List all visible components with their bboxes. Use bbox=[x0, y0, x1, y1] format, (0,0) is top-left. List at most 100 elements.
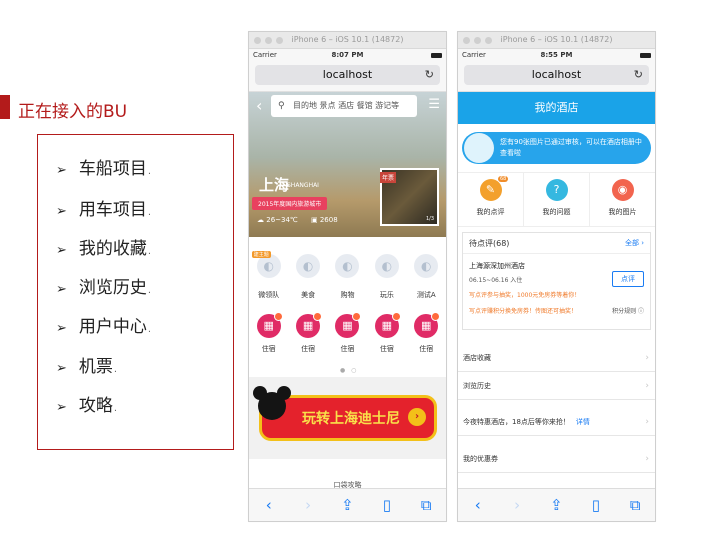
review-count-badge: 68 bbox=[498, 176, 509, 182]
mickey-icon bbox=[253, 386, 291, 420]
hotel-item[interactable]: ▦ 住宿 bbox=[329, 312, 365, 354]
forward-nav-icon[interactable]: › bbox=[298, 496, 318, 514]
my-reviews-button[interactable]: ✎ 68 我的点评 bbox=[458, 173, 524, 226]
hotel-item[interactable]: ▦ 住宿 bbox=[408, 312, 444, 354]
bookmarks-icon[interactable]: ▯ bbox=[586, 496, 606, 514]
tabs-icon[interactable]: ⧉ bbox=[625, 496, 645, 514]
search-input[interactable]: ⚲ 目的地 景点 酒店 餐馆 游记等 bbox=[271, 95, 417, 117]
simulator-titlebar: iPhone 6 – iOS 10.1 (14872) bbox=[249, 32, 446, 49]
thumb-ribbon: 年票 bbox=[380, 172, 397, 183]
page-indicator: ● ○ bbox=[340, 367, 359, 374]
bu-item: ➢ 用车项目. bbox=[56, 200, 152, 220]
status-time: 8:55 PM bbox=[540, 51, 573, 59]
bu-item: ➢ 机票. bbox=[56, 357, 118, 377]
menu-item-history[interactable]: 浏览历史 › bbox=[458, 373, 655, 400]
slide-heading: 正在接入的BU bbox=[18, 102, 128, 122]
status-bar: Carrier 8:55 PM bbox=[458, 49, 655, 62]
my-photos-button[interactable]: ◉ 我的图片 bbox=[590, 173, 655, 226]
status-bar: Carrier 8:07 PM bbox=[249, 49, 446, 62]
pending-title: 待点评(68) bbox=[469, 239, 510, 248]
bu-item: ➢ 我的收藏. bbox=[56, 239, 152, 259]
quick-actions: ✎ 68 我的点评 ? 我的问题 ◉ 我的图片 bbox=[458, 172, 655, 227]
hotel-item[interactable]: ▦ 住宿 bbox=[290, 312, 326, 354]
promo-text: 写点评参与抽奖，1000元免房券等着你！ bbox=[469, 292, 581, 299]
bu-item: ➢ 用户中心. bbox=[56, 317, 152, 337]
camera-icon: ◉ bbox=[611, 179, 634, 201]
review-notice[interactable]: 您有90张图片已通过审核，可以在酒店相册中查看啦 bbox=[462, 132, 651, 164]
category-item[interactable]: 建主题 ◐ 微领队 bbox=[251, 251, 287, 300]
arrow-icon: ➢ bbox=[56, 282, 67, 297]
arrow-icon: ➢ bbox=[56, 243, 67, 258]
back-nav-icon[interactable]: ‹ bbox=[259, 496, 279, 514]
forward-nav-icon[interactable]: › bbox=[507, 496, 527, 514]
city-name-en: SHANGHAI bbox=[287, 182, 319, 189]
arrow-icon: ➢ bbox=[56, 204, 67, 219]
safari-toolbar: ‹ › ⇪ ▯ ⧉ bbox=[458, 488, 655, 521]
menu-item-favorites[interactable]: 酒店收藏 › bbox=[458, 345, 655, 372]
bu-item: ➢ 车船项目. bbox=[56, 159, 152, 179]
phone-simulator-myhotel: iPhone 6 – iOS 10.1 (14872) Carrier 8:55… bbox=[457, 31, 656, 522]
bu-item: ➢ 攻略. bbox=[56, 396, 118, 416]
category-item[interactable]: ◐ 购物 bbox=[329, 254, 365, 300]
phone-simulator-home: iPhone 6 – iOS 10.1 (14872) Carrier 8:07… bbox=[248, 31, 447, 522]
battery-icon bbox=[431, 53, 442, 58]
share-icon[interactable]: ⇪ bbox=[546, 496, 566, 514]
hotel-item[interactable]: ▦ 住宿 bbox=[369, 312, 405, 354]
arrow-icon: ➢ bbox=[56, 361, 67, 376]
category-icon: ◐ bbox=[296, 254, 321, 278]
question-icon: ? bbox=[545, 179, 568, 201]
pending-reviews-card: 待点评(68) 全部 › 上海源深加州酒店 06.15~06.16 入住 写点评… bbox=[462, 232, 651, 330]
banner-area: 玩转上海迪士尼 › bbox=[249, 377, 446, 459]
mascot-icon bbox=[464, 133, 494, 163]
details-link[interactable]: 详情 bbox=[576, 418, 590, 426]
page-title: 我的酒店 bbox=[458, 92, 655, 124]
bookmarks-icon[interactable]: ▯ bbox=[377, 496, 397, 514]
category-row: 建主题 ◐ 微领队 ◐ 美食 ◐ 购物 ◐ 玩乐 ◐ 测试A bbox=[249, 251, 446, 300]
url-field[interactable]: localhost ↻ bbox=[255, 65, 440, 85]
disney-banner[interactable]: 玩转上海迪士尼 › bbox=[253, 386, 437, 441]
chevron-right-icon: › bbox=[645, 417, 649, 427]
hotel-row: ▦ 住宿 ▦ 住宿 ▦ 住宿 ▦ 住宿 ▦ 住宿 bbox=[249, 312, 446, 354]
view-all-link[interactable]: 全部 › bbox=[625, 233, 644, 254]
category-icon: ◐ bbox=[414, 254, 439, 278]
bu-list-box: ➢ 车船项目. ➢ 用车项目. ➢ 我的收藏. ➢ 浏览历史. ➢ 用户中心. ➢ 机票. … bbox=[37, 134, 234, 450]
city-thumbnail[interactable]: 年票 1/3 bbox=[380, 168, 439, 226]
photo-count: ▣ 2608 bbox=[311, 216, 338, 224]
url-field[interactable]: localhost ↻ bbox=[464, 65, 649, 85]
share-icon[interactable]: ⇪ bbox=[337, 496, 357, 514]
chevron-right-icon: › bbox=[645, 454, 649, 464]
chevron-right-icon: › bbox=[645, 353, 649, 363]
search-icon: ⚲ bbox=[278, 101, 285, 111]
menu-item-coupons[interactable]: 我的优惠券 › bbox=[458, 446, 655, 473]
back-nav-icon[interactable]: ‹ bbox=[468, 496, 488, 514]
stay-dates: 06.15~06.16 入住 bbox=[469, 277, 523, 284]
reload-icon[interactable]: ↻ bbox=[634, 65, 643, 85]
simulator-titlebar: iPhone 6 – iOS 10.1 (14872) bbox=[458, 32, 655, 49]
category-item[interactable]: ◐ 玩乐 bbox=[369, 254, 405, 300]
menu-item-tonight-deals[interactable]: 今夜特惠酒店，18点后等你来抢！ 详情 › bbox=[458, 409, 655, 436]
arrow-icon: ➢ bbox=[56, 400, 67, 415]
menu-icon[interactable]: ☰ bbox=[428, 97, 440, 112]
hotel-item[interactable]: ▦ 住宿 bbox=[251, 312, 287, 354]
arrow-icon: ➢ bbox=[56, 321, 67, 336]
status-time: 8:07 PM bbox=[331, 51, 364, 59]
safari-toolbar: ‹ › ⇪ ▯ ⧉ bbox=[249, 488, 446, 521]
city-name: 上海 bbox=[259, 176, 290, 194]
simulator-title: iPhone 6 – iOS 10.1 (14872) bbox=[291, 35, 404, 44]
review-button[interactable]: 点评 bbox=[612, 271, 644, 287]
points-rules-link[interactable]: 积分规则 ⓘ bbox=[612, 306, 644, 315]
tabs-icon[interactable]: ⧉ bbox=[416, 496, 436, 514]
category-item[interactable]: ◐ 美食 bbox=[290, 254, 326, 300]
back-icon[interactable]: ‹ bbox=[256, 96, 262, 115]
address-bar: localhost ↻ bbox=[249, 62, 446, 92]
arrow-right-icon: › bbox=[408, 408, 426, 426]
bu-item: ➢ 浏览历史. bbox=[56, 278, 152, 298]
category-icon: ◐ bbox=[374, 254, 399, 278]
my-questions-button[interactable]: ? 我的问题 bbox=[524, 173, 590, 226]
category-item[interactable]: ◐ 测试A bbox=[408, 254, 444, 300]
reload-icon[interactable]: ↻ bbox=[425, 65, 434, 85]
address-bar: localhost ↻ bbox=[458, 62, 655, 92]
thumb-pager: 1/3 bbox=[425, 216, 434, 222]
weather: ☁ 26~34℃ bbox=[257, 216, 298, 224]
chevron-right-icon: › bbox=[645, 381, 649, 391]
